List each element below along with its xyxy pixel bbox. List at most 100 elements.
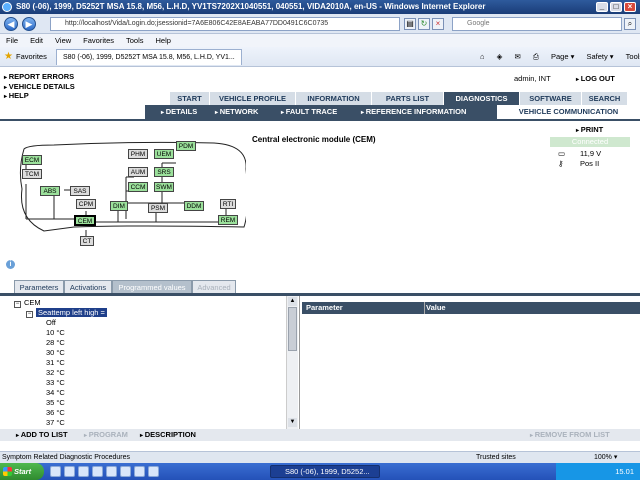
- module-cem[interactable]: CEM: [74, 215, 96, 226]
- menu-help[interactable]: Help: [150, 34, 177, 47]
- module-cpm[interactable]: CPM: [76, 199, 96, 209]
- mail-icon[interactable]: ✉: [515, 52, 521, 61]
- tab-programmed-values[interactable]: Programmed values: [112, 280, 192, 293]
- subtab-fault-trace[interactable]: FAULT TRACE: [281, 105, 338, 120]
- scroll-down-icon[interactable]: ▼: [288, 418, 297, 427]
- module-ddm[interactable]: DDM: [184, 201, 204, 211]
- module-abs[interactable]: ABS: [40, 186, 60, 196]
- module-rti[interactable]: RTI: [220, 199, 236, 209]
- tab-diagnostics[interactable]: DIAGNOSTICS: [444, 92, 520, 105]
- tree-option[interactable]: 28 °C: [46, 338, 65, 348]
- menu-edit[interactable]: Edit: [24, 34, 49, 47]
- subtab-network[interactable]: NETWORK: [215, 105, 259, 120]
- start-button[interactable]: Start: [0, 463, 44, 480]
- battery-icon: ▭: [558, 149, 566, 158]
- tree-option[interactable]: 32 °C: [46, 368, 65, 378]
- tab-vehicle-communication[interactable]: VEHICLE COMMUNICATION: [497, 105, 640, 119]
- tree-option[interactable]: 37 °C: [46, 418, 65, 428]
- tree-option[interactable]: 10 °C: [46, 328, 65, 338]
- module-psm[interactable]: PSM: [148, 203, 168, 213]
- maximize-button[interactable]: □: [610, 2, 622, 12]
- tab-start[interactable]: START: [170, 92, 210, 105]
- tab-search[interactable]: SEARCH: [582, 92, 628, 105]
- scroll-up-icon[interactable]: ▲: [288, 297, 297, 306]
- info-icon[interactable]: i: [6, 260, 15, 269]
- tree-node[interactable]: − Seattemp left high =: [26, 308, 107, 318]
- tab-parts-list[interactable]: PARTS LIST: [372, 92, 444, 105]
- module-rem[interactable]: REM: [218, 215, 238, 225]
- module-dim[interactable]: DIM: [110, 201, 128, 211]
- menu-tools[interactable]: Tools: [120, 34, 150, 47]
- tools-menu[interactable]: Tools ▾: [626, 52, 640, 61]
- description-button[interactable]: DESCRIPTION: [140, 429, 196, 442]
- tab-information[interactable]: INFORMATION: [296, 92, 372, 105]
- safety-menu[interactable]: Safety ▾: [586, 52, 613, 61]
- quicklaunch-icon[interactable]: [92, 466, 103, 477]
- favorites-button[interactable]: Favorites: [2, 50, 47, 64]
- security-zone[interactable]: Trusted sites: [476, 452, 516, 463]
- print-link[interactable]: PRINT: [576, 125, 604, 134]
- quicklaunch-icon[interactable]: [120, 466, 131, 477]
- tab-vehicle-profile[interactable]: VEHICLE PROFILE: [210, 92, 296, 105]
- compat-view-icon[interactable]: ▤: [404, 18, 416, 30]
- feeds-icon[interactable]: ◈: [497, 52, 503, 61]
- tree-root[interactable]: − CEM: [14, 298, 41, 308]
- forward-button[interactable]: ▶: [22, 17, 36, 31]
- page-content: REPORT ERRORS VEHICLE DETAILS HELP admin…: [0, 67, 640, 451]
- tree-option[interactable]: Off: [46, 318, 56, 328]
- quicklaunch-icon[interactable]: [78, 466, 89, 477]
- search-input[interactable]: Google: [452, 17, 622, 31]
- browser-tab[interactable]: S80 (-06), 1999, D5252T MSA 15.8, M56, L…: [56, 49, 242, 65]
- module-swm[interactable]: SWM: [154, 182, 174, 192]
- module-pdm[interactable]: PDM: [176, 141, 196, 151]
- logout-link[interactable]: LOG OUT: [576, 74, 615, 83]
- column-parameter: Parameter: [306, 303, 343, 312]
- menu-file[interactable]: File: [0, 34, 24, 47]
- address-input[interactable]: http://localhost/Vida/Login.do;jsessioni…: [50, 17, 400, 31]
- module-phm[interactable]: PHM: [128, 149, 148, 159]
- stop-icon[interactable]: ×: [432, 18, 444, 30]
- module-ecm[interactable]: ECM: [22, 155, 42, 165]
- scroll-thumb[interactable]: [288, 307, 297, 351]
- back-button[interactable]: ◀: [4, 17, 18, 31]
- tree-option[interactable]: 30 °C: [46, 348, 65, 358]
- tree-option[interactable]: 36 °C: [46, 408, 65, 418]
- home-icon[interactable]: ⌂: [480, 52, 485, 61]
- tab-software[interactable]: SOFTWARE: [520, 92, 582, 105]
- search-icon[interactable]: ⌕: [624, 18, 636, 30]
- help-link[interactable]: HELP: [4, 91, 75, 102]
- add-to-list-button[interactable]: ADD TO LIST: [16, 429, 68, 442]
- tree-option[interactable]: 31 °C: [46, 358, 65, 368]
- menu-view[interactable]: View: [49, 34, 77, 47]
- print-icon[interactable]: ⎙: [533, 52, 539, 61]
- quicklaunch-icon[interactable]: [106, 466, 117, 477]
- menu-favorites[interactable]: Favorites: [77, 34, 120, 47]
- subtab-reference-information[interactable]: REFERENCE INFORMATION: [361, 105, 467, 120]
- collapse-icon[interactable]: −: [26, 311, 33, 318]
- quicklaunch-icon[interactable]: [64, 466, 75, 477]
- module-sas[interactable]: SAS: [70, 186, 90, 196]
- subtab-details[interactable]: DETAILS: [161, 105, 198, 120]
- module-ct[interactable]: CT: [80, 236, 94, 246]
- quicklaunch-icon[interactable]: [148, 466, 159, 477]
- quicklaunch-icon[interactable]: [50, 466, 61, 477]
- tree-option[interactable]: 35 °C: [46, 398, 65, 408]
- module-srs[interactable]: SRS: [154, 167, 174, 177]
- tab-activations[interactable]: Activations: [64, 280, 112, 293]
- module-uem[interactable]: UEM: [154, 149, 174, 159]
- tree-scrollbar[interactable]: ▲ ▼: [286, 296, 298, 429]
- refresh-icon[interactable]: ↻: [418, 18, 430, 30]
- tree-option[interactable]: 33 °C: [46, 378, 65, 388]
- page-menu[interactable]: Page ▾: [551, 52, 574, 61]
- collapse-icon[interactable]: −: [14, 301, 21, 308]
- taskbar-window-button[interactable]: S80 (-06), 1999, D5252...: [270, 465, 380, 478]
- tree-option[interactable]: 34 °C: [46, 388, 65, 398]
- close-button[interactable]: ×: [624, 2, 636, 12]
- tab-parameters[interactable]: Parameters: [14, 280, 64, 293]
- zoom-control[interactable]: 100% ▾: [594, 452, 617, 463]
- module-aum[interactable]: AUM: [128, 167, 148, 177]
- quicklaunch-icon[interactable]: [134, 466, 145, 477]
- minimize-button[interactable]: _: [596, 2, 608, 12]
- module-tcm[interactable]: TCM: [22, 169, 42, 179]
- module-ccm[interactable]: CCM: [128, 182, 148, 192]
